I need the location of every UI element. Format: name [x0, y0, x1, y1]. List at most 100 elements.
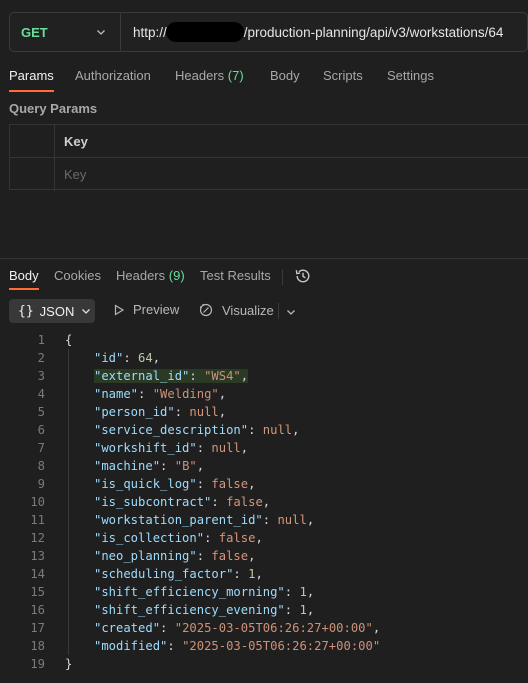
visualize-button[interactable]: Visualize — [198, 302, 274, 318]
line-number: 16 — [30, 603, 45, 617]
preview-button[interactable]: Preview — [113, 302, 179, 317]
braces-icon: {} — [18, 303, 34, 319]
format-toolbar: {} JSON Preview Visualize — [9, 299, 295, 323]
json-value: false — [211, 477, 249, 491]
line-number: 9 — [37, 477, 45, 491]
json-key: "service_description" — [94, 423, 249, 437]
json-value: null — [277, 513, 307, 527]
line-number: 3 — [37, 369, 45, 383]
json-value: false — [218, 531, 256, 545]
json-value: null — [211, 441, 241, 455]
pane-divider[interactable] — [0, 258, 528, 259]
request-url-bar: GET http:// /production-planning/api/v3/… — [9, 12, 528, 52]
url-input[interactable]: http:// /production-planning/api/v3/work… — [121, 22, 503, 42]
method-label: GET — [21, 24, 48, 40]
close-brace: } — [65, 657, 73, 671]
json-key: "machine" — [94, 459, 161, 473]
code-line: 13 "neo_planning": false, — [0, 547, 528, 565]
response-tabs: Body Cookies Headers (9) Test Results — [0, 266, 528, 290]
json-format-select[interactable]: {} JSON — [9, 299, 95, 323]
line-number: 4 — [37, 387, 45, 401]
code-line: 19} — [0, 655, 528, 673]
json-value: 64 — [138, 351, 153, 365]
query-params-table: Key Key — [9, 124, 528, 191]
line-number: 5 — [37, 405, 45, 419]
line-number: 7 — [37, 441, 45, 455]
tab-body[interactable]: Body — [270, 68, 300, 89]
chevron-down-icon — [82, 309, 91, 314]
open-brace: { — [65, 333, 73, 347]
tab-scripts[interactable]: Scripts — [323, 68, 363, 89]
code-line: 14 "scheduling_factor": 1, — [0, 565, 528, 583]
separator — [278, 303, 279, 319]
tab-response-headers[interactable]: Headers (9) — [116, 268, 185, 283]
history-icon[interactable] — [294, 267, 312, 285]
response-body-code: 1 {2 "id": 64, 3 "external_id": "WS4", 4 "name… — [0, 331, 528, 673]
json-key: "neo_planning" — [94, 549, 197, 563]
line-number: 14 — [30, 567, 45, 581]
code-line: 8 "machine": "B", — [0, 457, 528, 475]
code-line: 15 "shift_efficiency_morning": 1, — [0, 583, 528, 601]
json-value: "Welding" — [152, 387, 219, 401]
line-number: 8 — [37, 459, 45, 473]
line-number: 11 — [30, 513, 45, 527]
code-line: 12 "is_collection": false, — [0, 529, 528, 547]
method-select[interactable]: GET — [10, 13, 121, 51]
line-number: 10 — [30, 495, 45, 509]
line-number: 1 — [37, 333, 45, 347]
chevron-down-icon[interactable] — [286, 307, 296, 317]
response-headers-count: (9) — [168, 268, 185, 283]
table-header-row: Key — [10, 125, 528, 158]
query-params-title: Query Params — [9, 101, 98, 116]
code-line: 11 "workstation_parent_id": null, — [0, 511, 528, 529]
json-value: "B" — [174, 459, 197, 473]
json-value: 1 — [299, 585, 307, 599]
tab-response-body[interactable]: Body — [9, 268, 39, 290]
code-line: 3 "external_id": "WS4", — [0, 367, 528, 385]
json-key: "person_id" — [94, 405, 175, 419]
key-input[interactable]: Key — [55, 158, 528, 191]
json-key: "is_quick_log" — [94, 477, 197, 491]
json-key: "workstation_parent_id" — [94, 513, 263, 527]
json-value: false — [211, 549, 249, 563]
separator — [282, 269, 283, 285]
url-prefix: http:// — [133, 24, 167, 40]
key-column-header: Key — [55, 125, 528, 157]
code-line: 5 "person_id": null, — [0, 403, 528, 421]
line-number: 19 — [30, 657, 45, 671]
code-line: 2 "id": 64, — [0, 349, 528, 367]
json-value: null — [262, 423, 293, 437]
line-number: 15 — [30, 585, 45, 599]
json-key: "name" — [94, 387, 139, 401]
json-key: "is_collection" — [94, 531, 205, 545]
tab-authorization[interactable]: Authorization — [75, 68, 151, 89]
tab-headers[interactable]: Headers (7) — [175, 68, 244, 89]
json-key: "is_subcontract" — [94, 495, 212, 509]
json-value: "2025-03-05T06:26:27+00:00" — [182, 639, 381, 653]
line-number: 18 — [30, 639, 45, 653]
table-row: Key — [10, 158, 528, 191]
redacted-host — [165, 22, 244, 42]
code-line: 18 "modified": "2025-03-05T06:26:27+00:00… — [0, 637, 528, 655]
url-path: /production-planning/api/v3/workstations… — [243, 24, 504, 40]
request-tabs: Params Authorization Headers (7) Body Sc… — [0, 64, 528, 92]
json-key: "shift_efficiency_morning" — [94, 585, 285, 599]
line-number: 17 — [30, 621, 45, 635]
code-line: 6 "service_description": null, — [0, 421, 528, 439]
json-value: "2025-03-05T06:26:27+00:00" — [174, 621, 373, 635]
code-line: 4 "name": "Welding", — [0, 385, 528, 403]
headers-count: (7) — [227, 68, 244, 83]
tab-params[interactable]: Params — [9, 68, 54, 92]
code-line: 10 "is_subcontract": false, — [0, 493, 528, 511]
json-key: "shift_efficiency_evening" — [94, 603, 285, 617]
tab-settings[interactable]: Settings — [387, 68, 434, 89]
line-number: 13 — [30, 549, 45, 563]
code-line: 16 "shift_efficiency_evening": 1, — [0, 601, 528, 619]
line-number: 12 — [30, 531, 45, 545]
tab-cookies[interactable]: Cookies — [54, 268, 101, 283]
code-line: 17 "created": "2025-03-05T06:26:27+00:00"… — [0, 619, 528, 637]
json-key: "scheduling_factor" — [94, 567, 234, 581]
visualize-icon — [199, 303, 213, 317]
tab-test-results[interactable]: Test Results — [200, 268, 271, 283]
json-value: null — [189, 405, 219, 419]
